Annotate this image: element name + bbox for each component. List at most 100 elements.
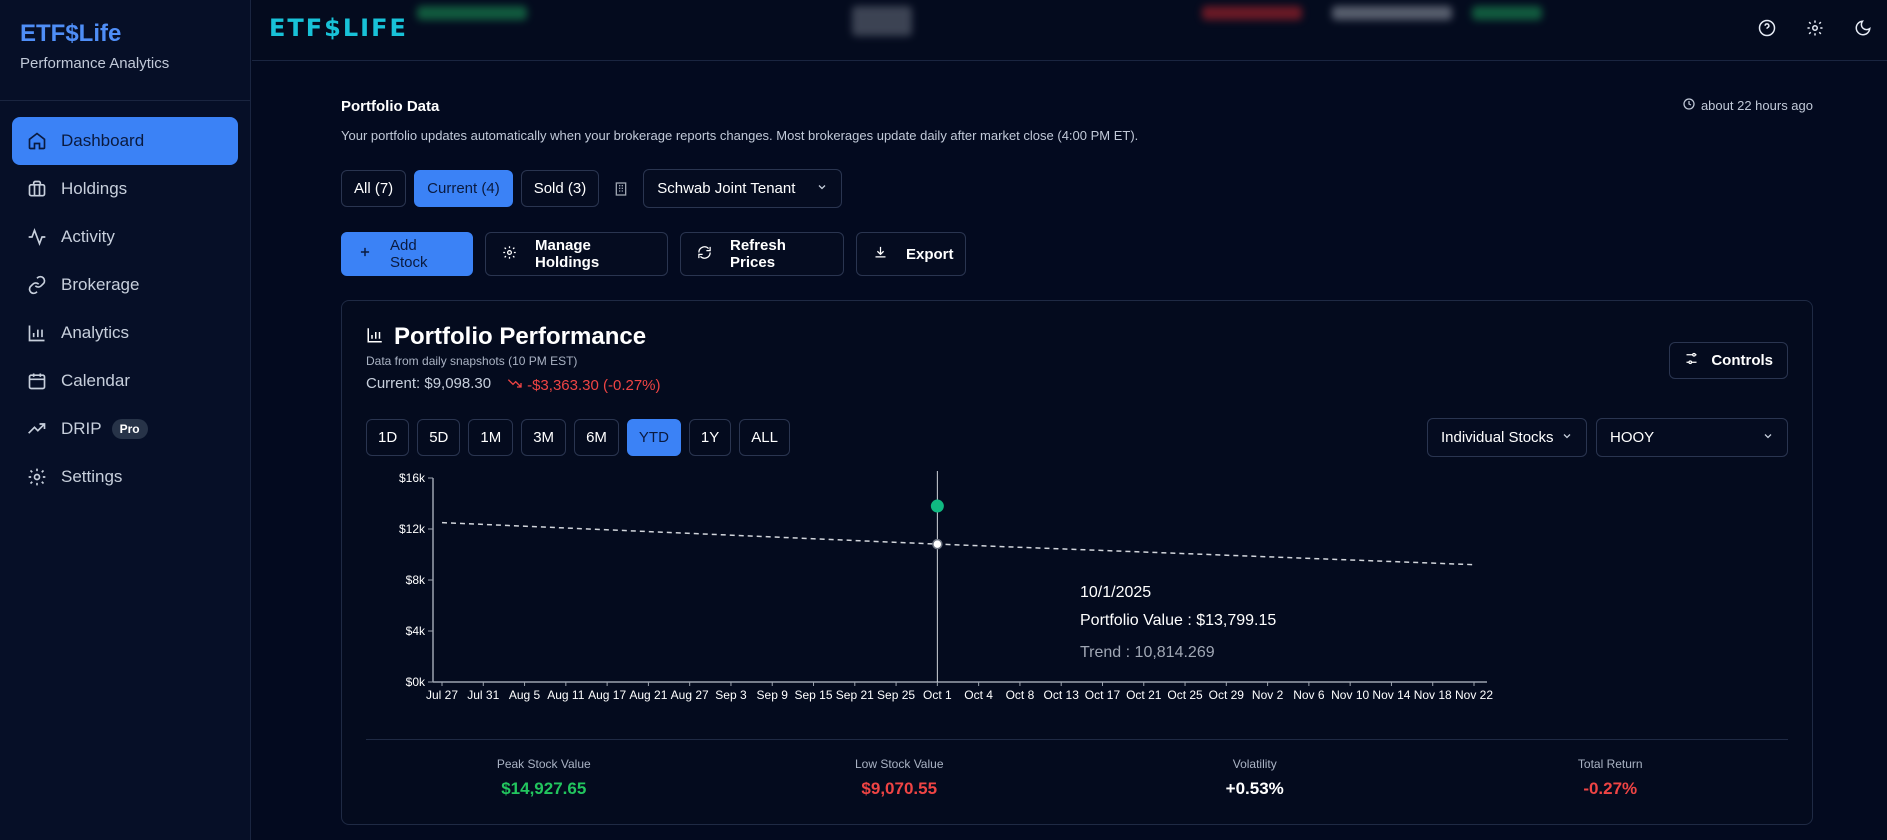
refresh-prices-button[interactable]: Refresh Prices <box>680 232 844 276</box>
value-change-text: -$3,363.30 (-0.27%) <box>527 376 661 394</box>
range-6m[interactable]: 6M <box>574 419 619 456</box>
x-tick-label: Oct 25 <box>1167 688 1203 702</box>
sidebar-item-holdings[interactable]: Holdings <box>12 165 238 213</box>
topbar: ETF$LIFE <box>252 0 1887 61</box>
x-tick-label: Oct 17 <box>1085 688 1121 702</box>
link-icon <box>27 275 47 295</box>
portfolio-performance-card: Portfolio Performance Data from daily sn… <box>341 300 1813 825</box>
pro-badge: Pro <box>111 419 148 439</box>
card-subtitle: Data from daily snapshots (10 PM EST) <box>366 354 578 368</box>
building-icon <box>611 181 631 197</box>
tooltip-value: Portfolio Value : $13,799.15 <box>1080 612 1276 629</box>
view-selectors: Individual Stocks HOOY <box>1427 418 1788 457</box>
holding-filters: All (7) Current (4) Sold (3) Schwab Join… <box>341 169 843 208</box>
help-circle-icon[interactable] <box>1755 16 1779 40</box>
x-tick-label: Sep 25 <box>877 688 915 702</box>
x-tick-label: Nov 2 <box>1252 688 1284 702</box>
action-buttons: Add Stock Manage Holdings Refresh Prices… <box>341 232 966 276</box>
range-1d[interactable]: 1D <box>366 419 410 456</box>
sidebar-item-calendar[interactable]: Calendar <box>12 357 238 405</box>
controls-button[interactable]: Controls <box>1669 342 1788 379</box>
range-3m[interactable]: 3M <box>521 419 567 456</box>
view-mode-select[interactable]: Individual Stocks <box>1427 418 1587 457</box>
brand-title[interactable]: ETF$Life <box>20 20 230 48</box>
tooltip-trend: Trend : 10,814.269 <box>1080 644 1215 661</box>
range-5d[interactable]: 5D <box>417 419 461 456</box>
add-stock-button[interactable]: Add Stock <box>341 232 473 276</box>
range-1y[interactable]: 1Y <box>688 419 732 456</box>
manage-holdings-label: Manage Holdings <box>535 237 600 271</box>
sidebar-item-label: Calendar <box>61 371 130 390</box>
sidebar-item-label: Holdings <box>61 179 128 198</box>
stat-label: Low Stock Value <box>855 757 944 771</box>
x-tick-label: Sep 15 <box>794 688 832 702</box>
bar-chart-icon <box>366 323 384 351</box>
y-tick-label: $0k <box>406 675 426 689</box>
manage-holdings-button[interactable]: Manage Holdings <box>485 232 668 276</box>
stat-label: Peak Stock Value <box>496 757 591 771</box>
sidebar-item-activity[interactable]: Activity <box>12 213 238 261</box>
x-tick-label: Oct 1 <box>923 688 952 702</box>
stats-row: Peak Stock Value $14,927.65 Low Stock Va… <box>366 757 1788 799</box>
account-select[interactable]: Schwab Joint Tenant <box>643 169 843 208</box>
stat-value: $9,070.55 <box>861 779 938 798</box>
view-mode-value: Individual Stocks <box>1441 429 1554 446</box>
x-tick-label: Aug 11 <box>547 688 584 702</box>
current-value: Current: $9,098.30 <box>366 375 492 392</box>
sidebar-item-dashboard[interactable]: Dashboard <box>12 117 238 165</box>
stat-label: Volatility <box>1232 757 1277 771</box>
tooltip-date: 10/1/2025 <box>1080 584 1151 601</box>
range-all[interactable]: ALL <box>739 419 790 456</box>
trend-line <box>441 521 1475 566</box>
header-logo[interactable]: ETF$LIFE <box>269 14 408 42</box>
y-tick-label: $8k <box>406 573 426 587</box>
sidebar-item-label: Dashboard <box>61 131 145 150</box>
sidebar-item-brokerage[interactable]: Brokerage <box>12 261 238 309</box>
portfolio-data-title: Portfolio Data <box>341 98 440 115</box>
x-tick-label: Oct 13 <box>1044 688 1080 702</box>
portfolio-data-description: Your portfolio updates automatically whe… <box>341 128 1139 143</box>
controls-label: Controls <box>1711 352 1773 369</box>
briefcase-icon <box>27 179 47 199</box>
stat-total-return: Total Return -0.27% <box>1433 757 1789 799</box>
brand-subtitle: Performance Analytics <box>20 55 170 72</box>
gear-icon <box>27 467 47 487</box>
stat-value: +0.53% <box>1225 779 1284 798</box>
refresh-prices-label: Refresh Prices <box>730 237 786 271</box>
blurred-ticker <box>417 6 527 20</box>
sidebar-item-analytics[interactable]: Analytics <box>12 309 238 357</box>
x-tick-label: Aug 17 <box>588 688 626 702</box>
stat-low: Low Stock Value $9,070.55 <box>722 757 1078 799</box>
performance-chart[interactable]: $0k $4k $8k $12k $16k Jul 27 Jul 31 Aug 5 Aug 11… <box>366 471 1790 733</box>
filter-all[interactable]: All (7) <box>341 170 407 207</box>
range-1m[interactable]: 1M <box>468 419 514 456</box>
x-tick-label: Nov 10 <box>1331 688 1369 702</box>
sliders-icon <box>1684 351 1699 370</box>
sidebar-item-settings[interactable]: Settings <box>12 453 238 501</box>
blurred-ticker <box>1202 6 1302 20</box>
y-tick-label: $4k <box>406 624 426 638</box>
x-tick-label: Sep 21 <box>836 688 874 702</box>
card-title-text: Portfolio Performance <box>394 323 647 350</box>
sidebar-item-label: Settings <box>61 467 123 486</box>
stat-peak: Peak Stock Value $14,927.65 <box>366 757 722 799</box>
blurred-ticker <box>1332 6 1452 20</box>
trending-up-icon <box>27 419 47 439</box>
card-title: Portfolio Performance <box>366 323 646 351</box>
range-ytd[interactable]: YTD <box>626 419 681 456</box>
filter-sold[interactable]: Sold (3) <box>520 170 600 207</box>
download-icon <box>873 245 888 264</box>
sidebar-item-drip[interactable]: DRIP Pro <box>12 405 238 453</box>
moon-icon[interactable] <box>1851 16 1875 40</box>
x-tick-label: Jul 31 <box>467 688 499 702</box>
gear-icon[interactable] <box>1803 16 1827 40</box>
filter-current[interactable]: Current (4) <box>414 170 513 207</box>
ticker-select[interactable]: HOOY <box>1596 418 1788 457</box>
time-range-selector: 1D 5D 1M 3M 6M YTD 1Y ALL <box>366 419 790 456</box>
export-button[interactable]: Export <box>856 232 966 276</box>
home-icon <box>27 131 47 151</box>
x-tick-label: Oct 29 <box>1209 688 1245 702</box>
sidebar-item-label: Analytics <box>61 323 130 342</box>
x-tick-label: Aug 27 <box>671 688 709 702</box>
blurred-ticker <box>1472 6 1542 20</box>
